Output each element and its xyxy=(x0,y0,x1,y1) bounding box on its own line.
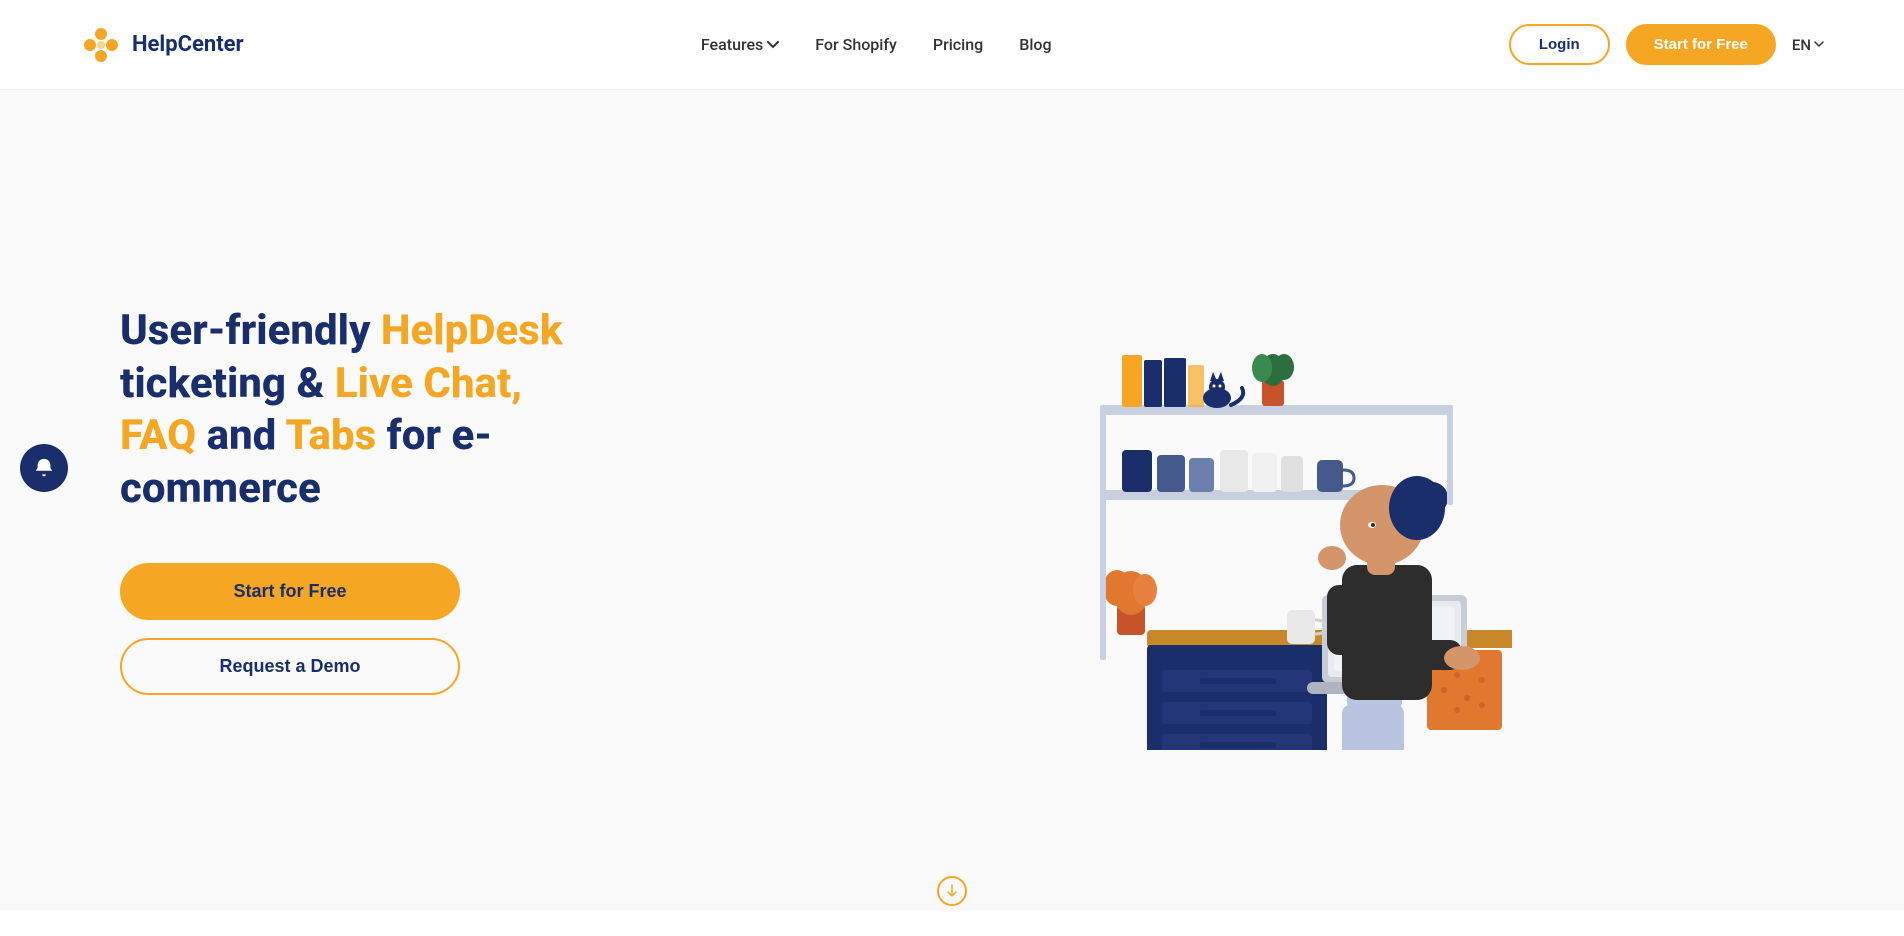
start-free-button[interactable]: Start for Free xyxy=(1626,24,1776,65)
scroll-down-icon xyxy=(947,884,957,898)
bell-icon xyxy=(33,457,55,479)
hero-heading: User-friendly HelpDesk ticketing & Live … xyxy=(120,305,600,515)
hero-section: User-friendly HelpDesk ticketing & Live … xyxy=(0,90,1904,910)
logo-link[interactable]: HelpCenter xyxy=(80,24,244,66)
hero-content: User-friendly HelpDesk ticketing & Live … xyxy=(120,305,600,695)
hero-image xyxy=(952,250,1512,750)
notification-bell[interactable] xyxy=(20,444,68,492)
hero-start-free-button[interactable]: Start for Free xyxy=(120,563,460,620)
hero-illustration xyxy=(640,250,1824,750)
nav-item-blog[interactable]: Blog xyxy=(1019,35,1051,54)
hero-demo-button[interactable]: Request a Demo xyxy=(120,638,460,695)
hero-buttons: Start for Free Request a Demo xyxy=(120,563,600,695)
logo-text: HelpCenter xyxy=(132,32,244,57)
chevron-down-icon xyxy=(767,41,779,49)
login-button[interactable]: Login xyxy=(1509,24,1610,65)
navbar: HelpCenter Features For Shopify Pricing … xyxy=(0,0,1904,90)
scroll-indicator[interactable] xyxy=(937,876,967,906)
language-selector[interactable]: EN xyxy=(1792,36,1824,54)
logo-icon xyxy=(80,24,122,66)
nav-item-shopify[interactable]: For Shopify xyxy=(815,35,897,54)
nav-item-features[interactable]: Features xyxy=(701,35,779,54)
nav-actions: Login Start for Free EN xyxy=(1509,24,1824,65)
nav-links: Features For Shopify Pricing Blog xyxy=(701,35,1052,54)
nav-item-pricing[interactable]: Pricing xyxy=(933,35,983,54)
chevron-down-icon xyxy=(1814,41,1824,48)
